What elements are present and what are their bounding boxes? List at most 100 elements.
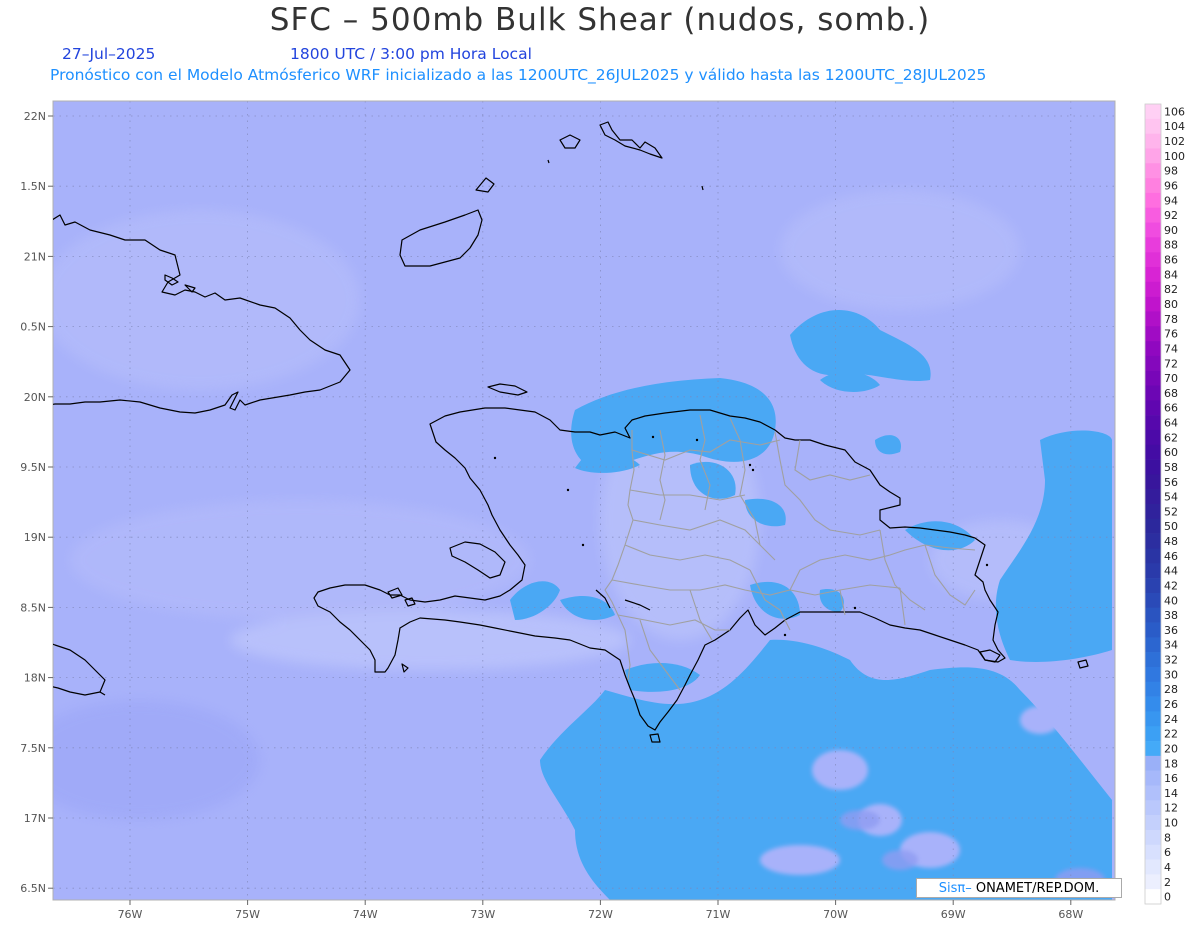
colorbar-label: 68 — [1164, 387, 1178, 400]
colorbar-label: 34 — [1164, 639, 1178, 652]
colorbar-swatch — [1145, 192, 1161, 209]
credit-box: Sisπ– ONAMET/REP.DOM. — [916, 878, 1122, 898]
colorbar-swatch — [1145, 711, 1161, 727]
colorbar-swatch — [1145, 829, 1161, 846]
colorbar-swatch — [1145, 874, 1161, 890]
latitude-axis: 22N 1.5N 21N 0.5N 20N 9.5N 19N 8.5N 18N 7.5N 17N 6.… — [20, 110, 53, 895]
colorbar-label: 82 — [1164, 283, 1178, 296]
colorbar-swatch — [1145, 800, 1161, 816]
colorbar-label: 24 — [1164, 713, 1178, 726]
colorbar-swatch — [1145, 459, 1161, 475]
colorbar-label: 84 — [1164, 268, 1178, 281]
colorbar-swatch — [1145, 681, 1161, 697]
colorbar-swatch — [1145, 133, 1161, 149]
colorbar-label: 36 — [1164, 624, 1178, 637]
colorbar-swatch — [1145, 815, 1161, 831]
colorbar-swatch — [1145, 726, 1161, 742]
colorbar-label: 96 — [1164, 179, 1178, 192]
lat-label: 22N — [24, 110, 46, 123]
colorbar-swatch — [1145, 341, 1161, 357]
colorbar-label: 106 — [1164, 105, 1185, 118]
colorbar-label: 0 — [1164, 891, 1171, 904]
colorbar-label: 44 — [1164, 565, 1178, 578]
lat-label: 21N — [24, 250, 46, 263]
colorbar-swatch — [1145, 622, 1161, 638]
lat-label: 8.5N — [20, 601, 46, 614]
colorbar-label: 56 — [1164, 476, 1178, 489]
colorbar-swatch — [1145, 252, 1161, 268]
colorbar-swatch — [1145, 652, 1161, 668]
colorbar-label: 28 — [1164, 683, 1178, 696]
colorbar-swatch — [1145, 889, 1161, 905]
colorbar-swatch — [1145, 370, 1161, 386]
colorbar-label: 98 — [1164, 165, 1178, 178]
colorbar-label: 70 — [1164, 372, 1178, 385]
colorbar-label: 94 — [1164, 194, 1178, 207]
shading-layer — [53, 101, 1115, 900]
colorbar-swatch — [1145, 844, 1161, 860]
colorbar: 1061041021009896949290888684828078767472… — [1144, 103, 1185, 905]
colorbar-label: 6 — [1164, 846, 1171, 859]
colorbar-swatch — [1145, 429, 1161, 446]
colorbar-swatch — [1145, 400, 1161, 416]
lon-label: 74W — [353, 908, 378, 921]
colorbar-swatch — [1145, 118, 1161, 134]
colorbar-label: 66 — [1164, 402, 1178, 415]
colorbar-label: 30 — [1164, 668, 1178, 681]
lat-label: 0.5N — [20, 321, 46, 334]
lat-label: 17N — [24, 812, 46, 825]
colorbar-label: 90 — [1164, 224, 1178, 237]
colorbar-swatch — [1145, 741, 1161, 757]
colorbar-label: 46 — [1164, 550, 1178, 563]
colorbar-label: 38 — [1164, 609, 1178, 622]
sispi-logo: Sisπ– — [938, 881, 972, 896]
colorbar-label: 20 — [1164, 742, 1178, 755]
lon-label: 72W — [588, 908, 613, 921]
colorbar-swatch — [1145, 296, 1161, 312]
lon-label: 71W — [706, 908, 731, 921]
credit-org: ONAMET/REP.DOM. — [971, 881, 1100, 896]
lat-label: 1.5N — [20, 180, 46, 193]
colorbar-label: 16 — [1164, 772, 1178, 785]
colorbar-label: 2 — [1164, 876, 1171, 889]
colorbar-swatch — [1145, 548, 1161, 564]
colorbar-label: 88 — [1164, 239, 1178, 252]
colorbar-swatch — [1145, 163, 1161, 179]
colorbar-swatch — [1145, 785, 1161, 801]
colorbar-label: 102 — [1164, 135, 1185, 148]
colorbar-label: 14 — [1164, 787, 1178, 800]
colorbar-label: 12 — [1164, 802, 1178, 815]
colorbar-swatch — [1145, 533, 1161, 549]
colorbar-label: 8 — [1164, 831, 1171, 844]
colorbar-label: 22 — [1164, 728, 1178, 741]
colorbar-swatch — [1145, 281, 1161, 297]
colorbar-label: 86 — [1164, 254, 1178, 267]
colorbar-label: 74 — [1164, 342, 1178, 355]
colorbar-swatch — [1145, 222, 1161, 238]
colorbar-swatch — [1145, 178, 1161, 194]
colorbar-label: 58 — [1164, 461, 1178, 474]
lon-label: 76W — [118, 908, 143, 921]
lat-label: 6.5N — [20, 882, 46, 895]
colorbar-swatch — [1145, 385, 1161, 401]
colorbar-swatch — [1145, 518, 1161, 534]
lon-label: 69W — [941, 908, 966, 921]
colorbar-label: 4 — [1164, 861, 1171, 874]
colorbar-label: 48 — [1164, 535, 1178, 548]
lon-label: 73W — [470, 908, 495, 921]
colorbar-label: 62 — [1164, 431, 1178, 444]
colorbar-label: 32 — [1164, 654, 1178, 667]
colorbar-label: 64 — [1164, 417, 1178, 430]
colorbar-label: 42 — [1164, 579, 1178, 592]
colorbar-swatch — [1145, 415, 1161, 431]
colorbar-swatch — [1145, 489, 1161, 505]
colorbar-label: 60 — [1164, 446, 1178, 459]
colorbar-swatch — [1145, 326, 1161, 342]
lat-label: 19N — [24, 531, 46, 544]
lon-label: 70W — [823, 908, 848, 921]
colorbar-swatch — [1145, 770, 1161, 786]
colorbar-label: 76 — [1164, 328, 1178, 341]
colorbar-swatch — [1145, 755, 1161, 771]
colorbar-label: 78 — [1164, 313, 1178, 326]
colorbar-label: 50 — [1164, 520, 1178, 533]
